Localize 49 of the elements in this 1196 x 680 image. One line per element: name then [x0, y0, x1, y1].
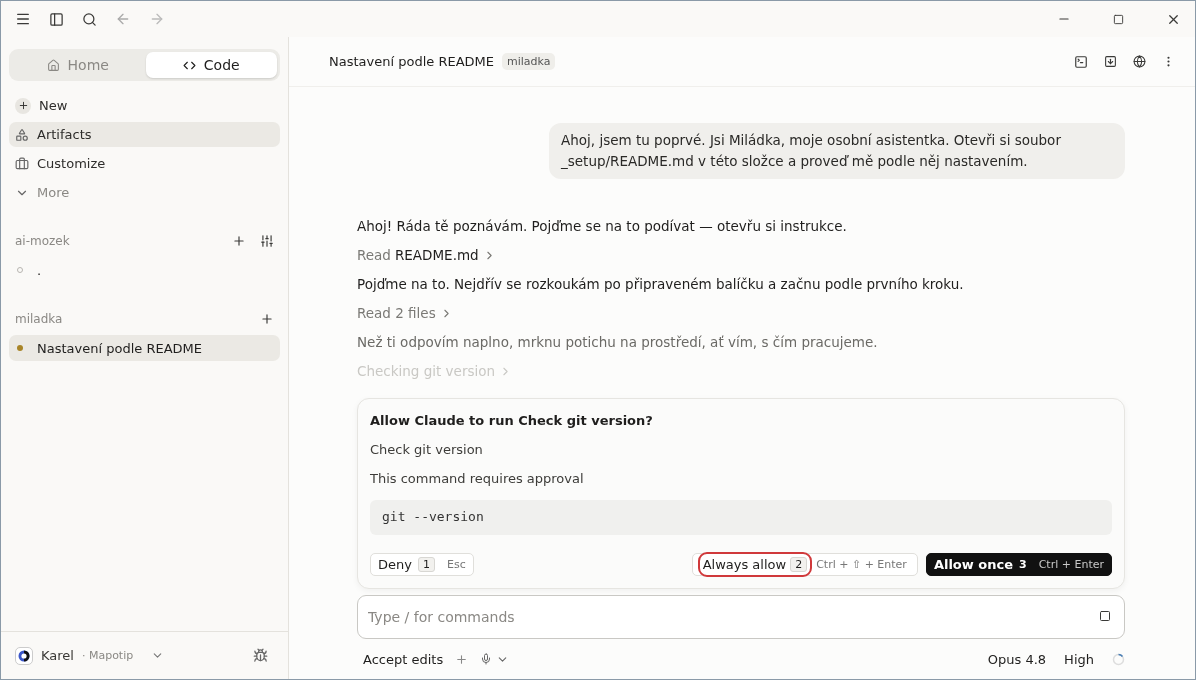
avatar-icon: [15, 646, 33, 665]
briefcase-icon: [15, 156, 29, 171]
add-icon[interactable]: [232, 234, 246, 248]
session-title: Nastavení podle README: [329, 54, 494, 69]
project-name: miladka: [15, 312, 64, 326]
organization-name: · Mapotip: [81, 649, 134, 662]
model-selector[interactable]: Opus 4.8: [987, 651, 1047, 667]
download-icon[interactable]: [1104, 54, 1117, 69]
folder-tag: miladka: [502, 53, 556, 70]
mode-tab[interactable]: Code: [145, 52, 277, 78]
tool-call-row[interactable]: Read 2 files: [357, 305, 453, 321]
mode-selector[interactable]: Accept edits: [363, 651, 444, 667]
project-name: ai-mozek: [15, 234, 71, 248]
maximize-icon[interactable]: [1113, 13, 1124, 25]
menu-icon[interactable]: [15, 11, 31, 27]
user-message: Ahoj, jsem tu poprvé. Jsi Miládka, moje osobní asistentka. Otevři si soubor _setup/README.md v této složce a proveď mě podle něj nastavením.: [549, 123, 1125, 179]
session-item[interactable]: Nastavení podle README: [9, 335, 280, 361]
terminal-icon[interactable]: [1074, 54, 1088, 69]
filter-icon[interactable]: [260, 234, 274, 248]
stop-icon[interactable]: [1099, 610, 1111, 622]
microphone-icon[interactable]: [480, 653, 493, 665]
user-name: Karel: [41, 648, 74, 663]
shapes-icon: [15, 127, 29, 142]
deny-button[interactable]: Deny 1 Esc: [370, 553, 474, 576]
home-icon: [46, 58, 60, 72]
always-allow-button[interactable]: Always allow 2 Ctrl + ⇧ + Enter: [691, 553, 918, 576]
plus-icon: [15, 97, 31, 114]
nav-item[interactable]: New: [9, 93, 280, 118]
search-icon[interactable]: [82, 11, 97, 27]
sidebar-toggle-icon[interactable]: [49, 11, 64, 27]
assistant-message: Pojďme na to. Nejdřív se rozkoukám po připraveném balíčku a začnu podle prvního kroku.: [357, 275, 965, 293]
assistant-message: Ahoj! Ráda tě poznávám. Pojďme se na to podívat — otevřu si instrukce.: [357, 217, 848, 235]
session-item[interactable]: .: [9, 257, 280, 283]
command-input[interactable]: Type / for commands: [357, 595, 1125, 639]
command-block: git --version: [370, 500, 1112, 535]
dialog-subtitle: Check git version: [370, 442, 484, 457]
dialog-note: This command requires approval: [370, 471, 585, 486]
add-icon[interactable]: [260, 312, 274, 326]
effort-selector[interactable]: High: [1064, 651, 1094, 667]
tool-call-row[interactable]: Read README.md: [357, 247, 496, 263]
add-icon[interactable]: [455, 652, 469, 666]
nav-item[interactable]: Customize: [9, 151, 280, 176]
allow-once-button[interactable]: Allow once 3 Ctrl + Enter: [925, 553, 1112, 576]
dialog-title: Allow Claude to run Check git version?: [370, 413, 654, 428]
bug-icon[interactable]: [253, 648, 268, 663]
assistant-message: Než ti odpovím naplno, mrknu potichu na prostředí, ať vím, s čím pracujeme.: [357, 333, 879, 351]
globe-icon[interactable]: [1133, 54, 1146, 69]
nav-item[interactable]: Artifacts: [9, 122, 280, 147]
loading-spinner-icon: [1112, 652, 1125, 666]
